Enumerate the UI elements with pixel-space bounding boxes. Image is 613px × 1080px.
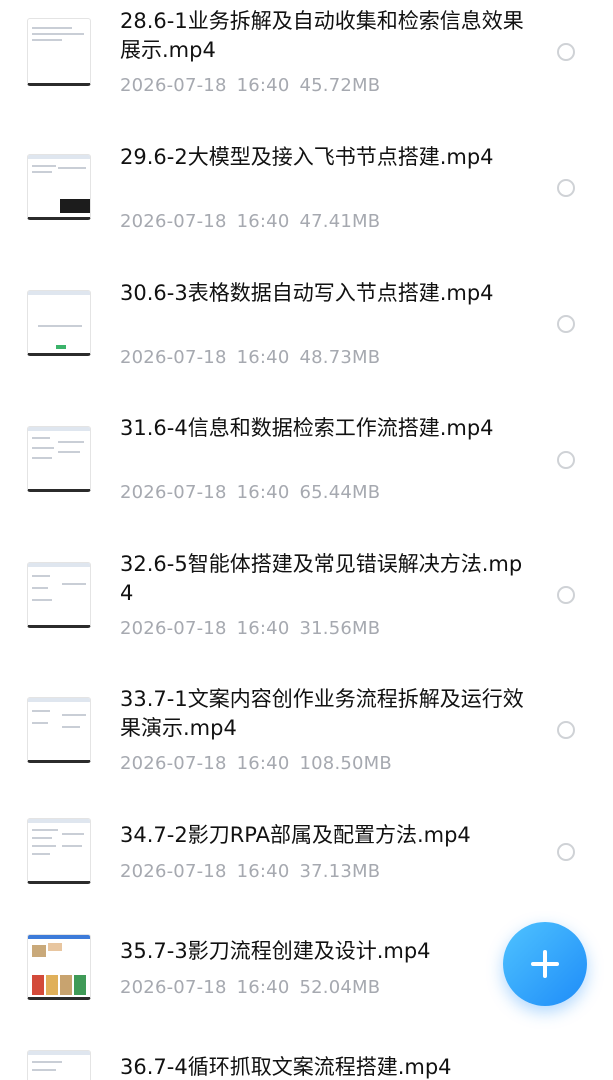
file-name: 34.7-2影刀RPA部属及配置方法.mp4 — [120, 823, 471, 847]
file-time: 16:40 — [236, 482, 290, 503]
file-meta: 2026-07-18 16:40 52.04MB — [120, 977, 390, 998]
file-date: 2026-07-18 — [120, 75, 227, 96]
file-name: 33.7-1文案内容创作业务流程拆解及运行效果演示.mp4 — [120, 687, 524, 740]
select-radio[interactable] — [557, 843, 575, 861]
select-radio[interactable] — [557, 43, 575, 61]
video-thumbnail-icon — [27, 18, 91, 86]
video-thumbnail-icon — [27, 818, 91, 884]
video-thumbnail-icon — [27, 562, 91, 628]
file-meta: 2026-07-18 16:40 108.50MB — [120, 753, 402, 774]
file-name: 29.6-2大模型及接入飞书节点搭建.mp4 — [120, 145, 494, 169]
video-thumbnail-icon — [27, 934, 91, 1000]
select-radio[interactable] — [557, 179, 575, 197]
file-time: 16:40 — [236, 211, 290, 232]
file-size: 47.41MB — [299, 211, 381, 232]
video-thumbnail-icon — [27, 1050, 91, 1080]
file-date: 2026-07-18 — [120, 977, 227, 998]
file-date: 2026-07-18 — [120, 618, 227, 639]
add-button[interactable] — [503, 922, 587, 1006]
file-name: 28.6-1业务拆解及自动收集和检索信息效果展示.mp4 — [120, 9, 524, 62]
video-thumbnail-icon — [27, 290, 91, 356]
file-meta: 2026-07-18 16:40 31.56MB — [120, 618, 390, 639]
file-name: 32.6-5智能体搭建及常见错误解决方法.mp4 — [120, 552, 523, 605]
file-size: 37.13MB — [299, 861, 381, 882]
file-name: 36.7-4循环抓取文案流程搭建.mp4 — [120, 1055, 452, 1079]
select-radio[interactable] — [557, 315, 575, 333]
file-meta: 2026-07-18 16:40 45.72MB — [120, 75, 390, 96]
video-thumbnail-icon — [27, 426, 91, 492]
file-meta: 2026-07-18 16:40 48.73MB — [120, 347, 390, 368]
file-name: 30.6-3表格数据自动写入节点搭建.mp4 — [120, 281, 494, 305]
file-meta: 2026-07-18 16:40 65.44MB — [120, 482, 390, 503]
file-list: 28.6-1业务拆解及自动收集和检索信息效果展示.mp4 2026-07-18 1… — [0, 0, 613, 1080]
file-size: 31.56MB — [299, 618, 381, 639]
file-time: 16:40 — [236, 618, 290, 639]
file-size: 65.44MB — [299, 482, 381, 503]
select-radio[interactable] — [557, 451, 575, 469]
file-meta: 2026-07-18 16:40 47.41MB — [120, 211, 390, 232]
file-size: 52.04MB — [299, 977, 381, 998]
file-meta: 2026-07-18 16:40 37.13MB — [120, 861, 390, 882]
file-size: 48.73MB — [299, 347, 381, 368]
file-date: 2026-07-18 — [120, 753, 227, 774]
file-time: 16:40 — [236, 977, 290, 998]
file-name: 35.7-3影刀流程创建及设计.mp4 — [120, 939, 431, 963]
file-time: 16:40 — [236, 861, 290, 882]
file-size: 108.50MB — [299, 753, 392, 774]
file-date: 2026-07-18 — [120, 861, 227, 882]
video-thumbnail-icon — [27, 154, 91, 220]
file-size: 45.72MB — [299, 75, 381, 96]
file-date: 2026-07-18 — [120, 211, 227, 232]
select-radio[interactable] — [557, 586, 575, 604]
file-time: 16:40 — [236, 347, 290, 368]
file-date: 2026-07-18 — [120, 347, 227, 368]
file-name: 31.6-4信息和数据检索工作流搭建.mp4 — [120, 416, 494, 440]
select-radio[interactable] — [557, 721, 575, 739]
file-time: 16:40 — [236, 75, 290, 96]
video-thumbnail-icon — [27, 697, 91, 763]
file-date: 2026-07-18 — [120, 482, 227, 503]
file-time: 16:40 — [236, 753, 290, 774]
